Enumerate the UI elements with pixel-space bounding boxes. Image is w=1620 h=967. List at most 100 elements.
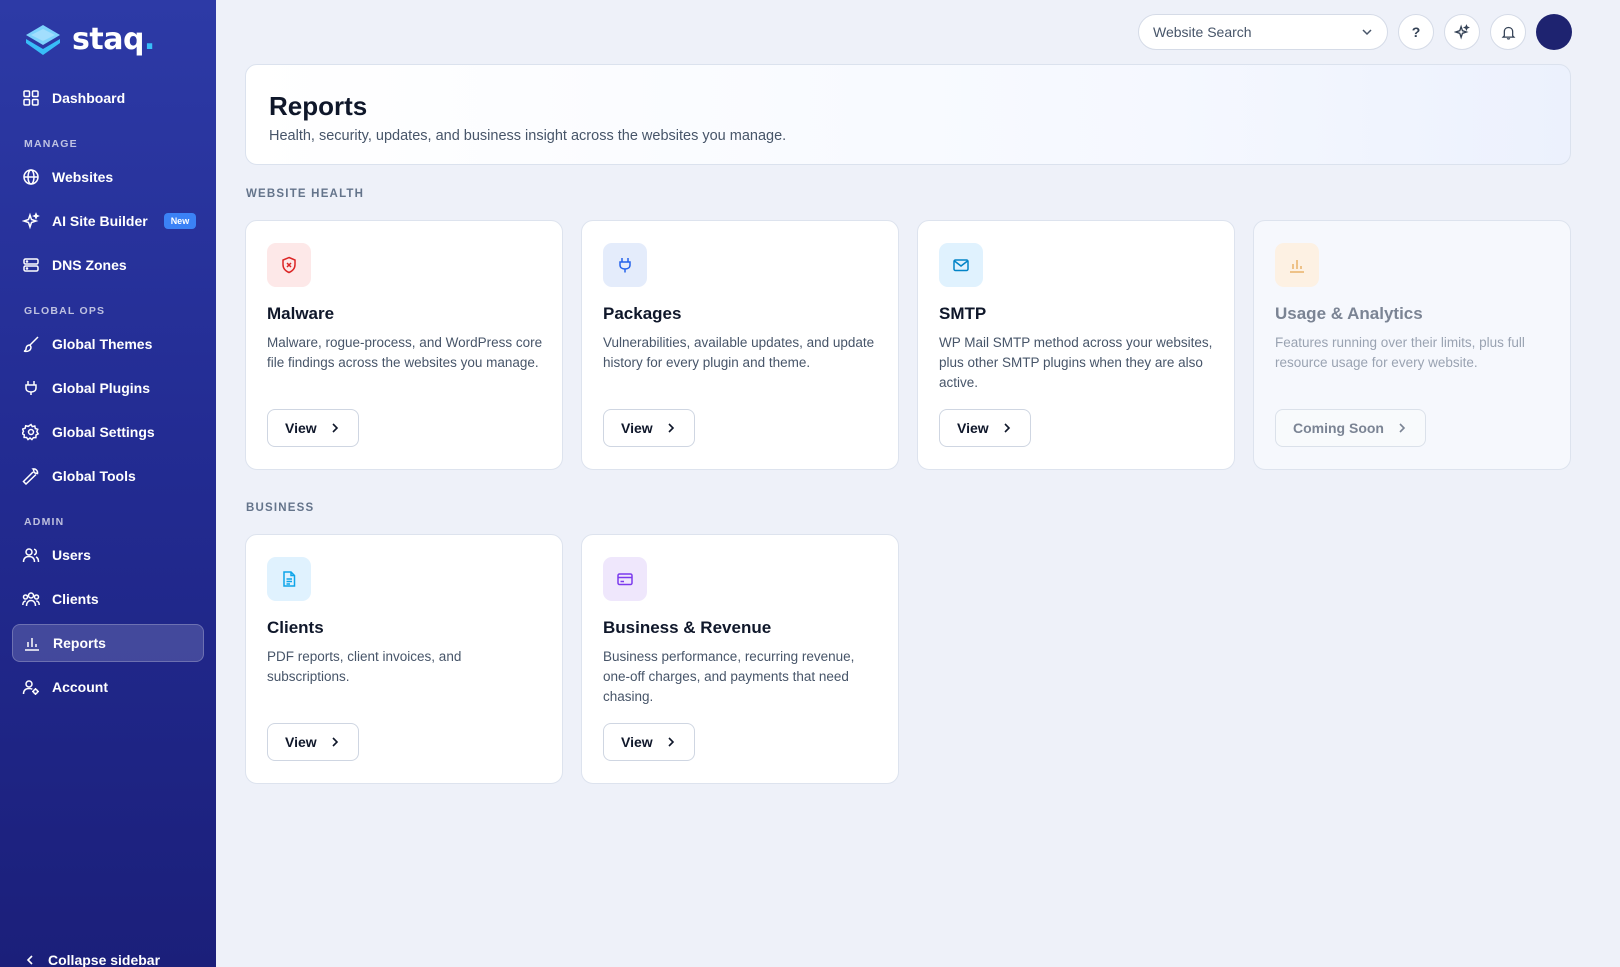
- card-icon-wrap: [603, 557, 647, 601]
- nav-section-admin: ADMIN: [24, 516, 65, 528]
- sidebar-item-label: Global Plugins: [52, 380, 151, 396]
- globe-icon: [23, 169, 39, 185]
- chevron-left-icon: [26, 955, 33, 965]
- shield-x-icon: [282, 256, 296, 274]
- website-search-select[interactable]: Website Search: [1138, 14, 1388, 50]
- chevron-right-icon: [1399, 423, 1406, 433]
- smtp-view-button[interactable]: View: [939, 409, 1031, 447]
- malware-view-button[interactable]: View: [267, 409, 359, 447]
- card-description: Malware, rogue-process, and WordPress co…: [267, 335, 543, 370]
- card-description: Features running over their limits, plus…: [1275, 335, 1525, 370]
- sidebar-item-label: Global Tools: [52, 468, 136, 484]
- users-icon: [22, 548, 40, 563]
- sidebar-item-clients[interactable]: Clients: [12, 580, 204, 618]
- card-title: Business & Revenue: [603, 618, 772, 637]
- card-description: WP Mail SMTP method across your websites…: [939, 335, 1213, 390]
- card-description: Vulnerabilities, available updates, and …: [603, 335, 875, 370]
- card-title: Clients: [267, 618, 324, 637]
- ai-assistant-button[interactable]: [1444, 14, 1480, 50]
- sidebar-item-label: Global Settings: [52, 424, 155, 440]
- report-card-malware: Malware Malware, rogue-process, and Word…: [245, 220, 563, 470]
- credit-card-icon: [617, 573, 633, 586]
- card-icon-wrap: [939, 243, 983, 287]
- sidebar-item-label: AI Site Builder: [52, 213, 148, 229]
- card-title: Malware: [267, 304, 335, 323]
- sidebar-item-label: Websites: [52, 169, 114, 185]
- report-card-clients: Clients PDF reports, client invoices, an…: [245, 534, 563, 784]
- page-title: Reports: [269, 91, 368, 121]
- sidebar-item-label: Reports: [53, 635, 106, 651]
- card-icon-wrap: [1275, 243, 1319, 287]
- plug-icon: [25, 381, 37, 395]
- chevron-right-icon: [668, 423, 674, 433]
- sidebar-item-label: Clients: [52, 591, 99, 607]
- button-label: View: [957, 420, 989, 436]
- card-icon-wrap: [267, 243, 311, 287]
- question-mark-icon: ?: [1411, 24, 1421, 40]
- card-title: SMTP: [939, 304, 987, 323]
- sidebar-item-ai-site-builder[interactable]: AI Site Builder New: [12, 202, 204, 240]
- sidebar-item-label: Users: [52, 547, 91, 563]
- page-subtitle: Health, security, updates, and business …: [269, 128, 787, 144]
- bell-icon: [1501, 26, 1515, 40]
- nav-section-global-ops: GLOBAL OPS: [24, 305, 106, 317]
- gear-icon: [22, 423, 40, 441]
- collapse-sidebar-button[interactable]: Collapse sidebar: [24, 952, 160, 967]
- logo[interactable]: staq.: [24, 22, 155, 57]
- chevron-right-icon: [668, 737, 674, 747]
- button-label: View: [285, 420, 317, 436]
- sidebar-item-dashboard[interactable]: Dashboard: [12, 79, 204, 117]
- bar-chart-icon: [1290, 260, 1304, 273]
- card-icon-wrap: [603, 243, 647, 287]
- card-description: Business performance, recurring revenue,…: [603, 649, 855, 704]
- bar-chart-icon: [25, 638, 39, 651]
- document-icon: [283, 571, 296, 587]
- clients-view-button[interactable]: View: [267, 723, 359, 761]
- mail-icon: [953, 259, 969, 272]
- sidebar-item-account[interactable]: Account: [12, 668, 204, 706]
- chevron-down-icon: [1362, 29, 1372, 36]
- sidebar-item-users[interactable]: Users: [12, 536, 204, 574]
- chevron-right-icon: [1004, 423, 1010, 433]
- sidebar-item-label: Global Themes: [52, 336, 153, 352]
- help-button[interactable]: ?: [1398, 14, 1434, 50]
- sidebar-item-global-plugins[interactable]: Global Plugins: [12, 369, 204, 407]
- button-label: View: [621, 734, 653, 750]
- user-settings-icon: [22, 680, 39, 695]
- server-icon: [23, 258, 39, 272]
- sidebar-item-label: DNS Zones: [52, 257, 127, 273]
- card-icon-wrap: [267, 557, 311, 601]
- button-label: View: [285, 734, 317, 750]
- sidebar-item-label: Dashboard: [52, 90, 126, 106]
- collapse-sidebar-label: Collapse sidebar: [48, 952, 161, 967]
- report-card-smtp: SMTP WP Mail SMTP method across your web…: [917, 220, 1235, 470]
- report-card-usage-analytics: Usage & Analytics Features running over …: [1253, 220, 1571, 470]
- usage-coming-soon-button[interactable]: Coming Soon: [1275, 409, 1426, 447]
- sidebar-item-label: Account: [52, 679, 108, 695]
- logo-mark-icon: [26, 24, 60, 55]
- sidebar-item-global-themes[interactable]: Global Themes: [12, 325, 204, 363]
- notifications-button[interactable]: [1490, 14, 1526, 50]
- avatar[interactable]: [1536, 14, 1572, 50]
- wrench-icon: [22, 468, 39, 485]
- sidebar-item-websites[interactable]: Websites: [12, 158, 204, 196]
- logo-text: staq.: [72, 22, 155, 57]
- section-label-business: BUSINESS: [246, 502, 315, 514]
- sidebar: staq. Dashboard MANAGE Websites AI Site …: [0, 0, 216, 967]
- card-title: Packages: [603, 304, 682, 323]
- clients-icon: [22, 592, 40, 607]
- sidebar-item-global-settings[interactable]: Global Settings: [12, 413, 204, 451]
- sparkles-icon: [1454, 24, 1470, 40]
- new-badge: New: [163, 213, 197, 229]
- button-label: Coming Soon: [1293, 420, 1384, 436]
- report-card-packages: Packages Vulnerabilities, available upda…: [581, 220, 899, 470]
- sidebar-item-reports[interactable]: Reports: [12, 624, 204, 662]
- plug-icon: [619, 258, 631, 273]
- packages-view-button[interactable]: View: [603, 409, 695, 447]
- card-title: Usage & Analytics: [1275, 304, 1423, 323]
- sidebar-item-global-tools[interactable]: Global Tools: [12, 457, 204, 495]
- page-header: Reports Health, security, updates, and b…: [245, 64, 1571, 165]
- sidebar-item-dns-zones[interactable]: DNS Zones: [12, 246, 204, 284]
- business-view-button[interactable]: View: [603, 723, 695, 761]
- grid-icon: [23, 90, 39, 106]
